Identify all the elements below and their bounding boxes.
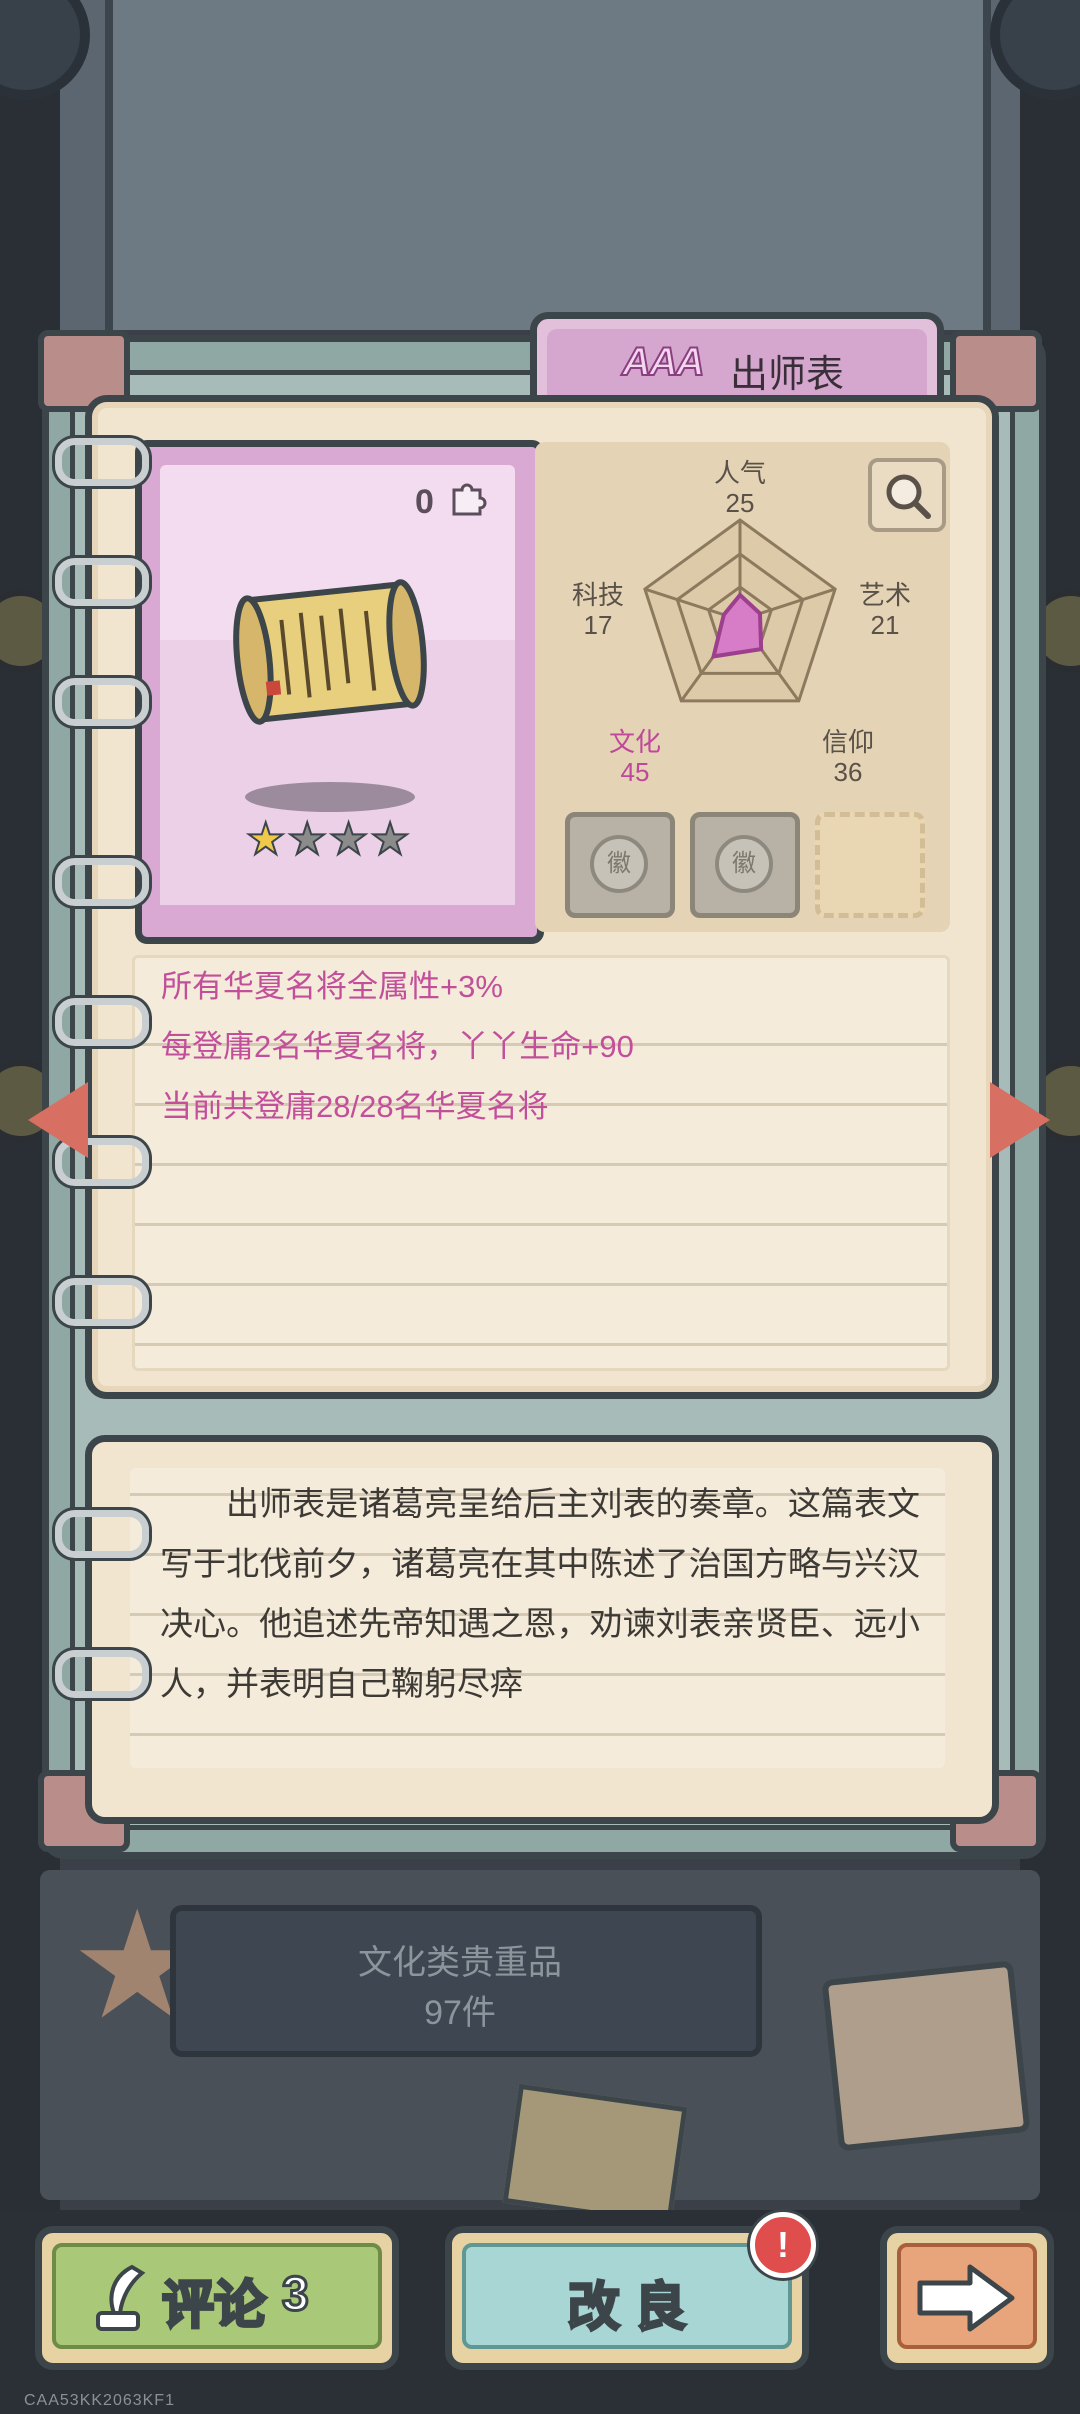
stat-faith-label: 信仰 <box>821 727 874 757</box>
stamp-icon: 徽 <box>590 835 648 893</box>
stats-radar-chart <box>643 518 837 703</box>
stat-art-value: 21 <box>870 610 900 640</box>
stat-culture: 文化 45 <box>595 727 675 787</box>
stat-art-label: 艺术 <box>858 580 911 610</box>
effect-line: 当前共登庸28/28名华夏名将 <box>161 1089 549 1124</box>
binder-ring <box>55 1650 149 1698</box>
calendar-icon <box>821 1960 1031 2152</box>
stat-tech-label: 科技 <box>571 580 624 610</box>
binder-ring <box>55 858 149 906</box>
comment-count: 3 <box>281 2267 311 2323</box>
binder-ring <box>55 558 149 606</box>
star-empty-icon: ★ <box>328 815 369 864</box>
item-title: 出师表 <box>730 354 845 396</box>
category-count: 97件 <box>424 1994 496 2032</box>
rank-badge: AAA <box>621 339 706 385</box>
device-id: CAA53KK2063KF1 <box>24 2392 175 2409</box>
search-icon <box>886 474 931 519</box>
stamp-icon: 徽 <box>715 835 773 893</box>
effects-list: 所有华夏名将全属性+3% 每登庸2名华夏名将，丫丫生命+90 当前共登庸28/2… <box>132 955 950 1371</box>
comment-label: 评论 <box>160 2276 267 2337</box>
stat-popularity-value: 25 <box>725 488 755 518</box>
item-count: 0 <box>415 483 434 521</box>
star-empty-icon: ★ <box>369 815 410 864</box>
binder-ring <box>55 678 149 726</box>
stamp-slot-empty[interactable] <box>815 812 925 918</box>
arrow-right-icon <box>917 2264 1015 2332</box>
magnifier-button[interactable] <box>868 458 946 532</box>
stat-culture-value: 45 <box>620 757 650 787</box>
scroll-artifact-icon <box>233 579 427 725</box>
item-shadow <box>245 782 415 812</box>
stamp-slot[interactable]: 徽 <box>690 812 800 918</box>
next-button[interactable] <box>880 2226 1054 2370</box>
stat-popularity-label: 人气 <box>713 458 766 488</box>
background-window <box>105 0 991 330</box>
comment-button[interactable]: 评论 3 <box>35 2226 399 2370</box>
binder-ring <box>55 438 149 486</box>
alert-badge: ! <box>750 2212 816 2278</box>
stat-faith: 信仰 36 <box>808 727 888 787</box>
category-name: 文化类贵重品 <box>358 1944 562 1982</box>
quill-icon <box>96 2264 146 2331</box>
star-filled-icon: ★ <box>245 815 286 864</box>
effect-line: 每登庸2名华夏名将，丫丫生命+90 <box>161 1029 634 1064</box>
stat-popularity: 人气 25 <box>695 458 785 518</box>
stat-tech-value: 17 <box>583 610 613 640</box>
binder-ring <box>55 1278 149 1326</box>
effect-line: 所有华夏名将全属性+3% <box>161 969 503 1004</box>
star-empty-icon: ★ <box>286 815 327 864</box>
previous-item-arrow[interactable] <box>28 1082 88 1158</box>
stat-faith-value: 36 <box>833 757 863 787</box>
next-item-arrow[interactable] <box>990 1082 1050 1158</box>
binder-ring <box>55 998 149 1046</box>
description-text: 出师表是诸葛亮呈给后主刘表的奏章。这篇表文写于北伐前夕，诸葛亮在其中陈述了治国方… <box>160 1485 920 1702</box>
puzzle-piece-icon <box>452 483 487 516</box>
stat-culture-label: 文化 <box>608 727 661 757</box>
map-icon <box>502 2083 688 2227</box>
description-box: 出师表是诸葛亮呈给后主刘表的奏章。这篇表文写于北伐前夕，诸葛亮在其中陈述了治国方… <box>130 1468 945 1768</box>
stat-tech: 科技 17 <box>558 580 638 640</box>
stamp-slot[interactable]: 徽 <box>565 812 675 918</box>
star-rating: ★ ★ ★ ★ <box>245 815 411 864</box>
stat-art: 艺术 21 <box>845 580 925 640</box>
binder-ring <box>55 1510 149 1558</box>
upgrade-label: 改 良 <box>566 2278 687 2339</box>
